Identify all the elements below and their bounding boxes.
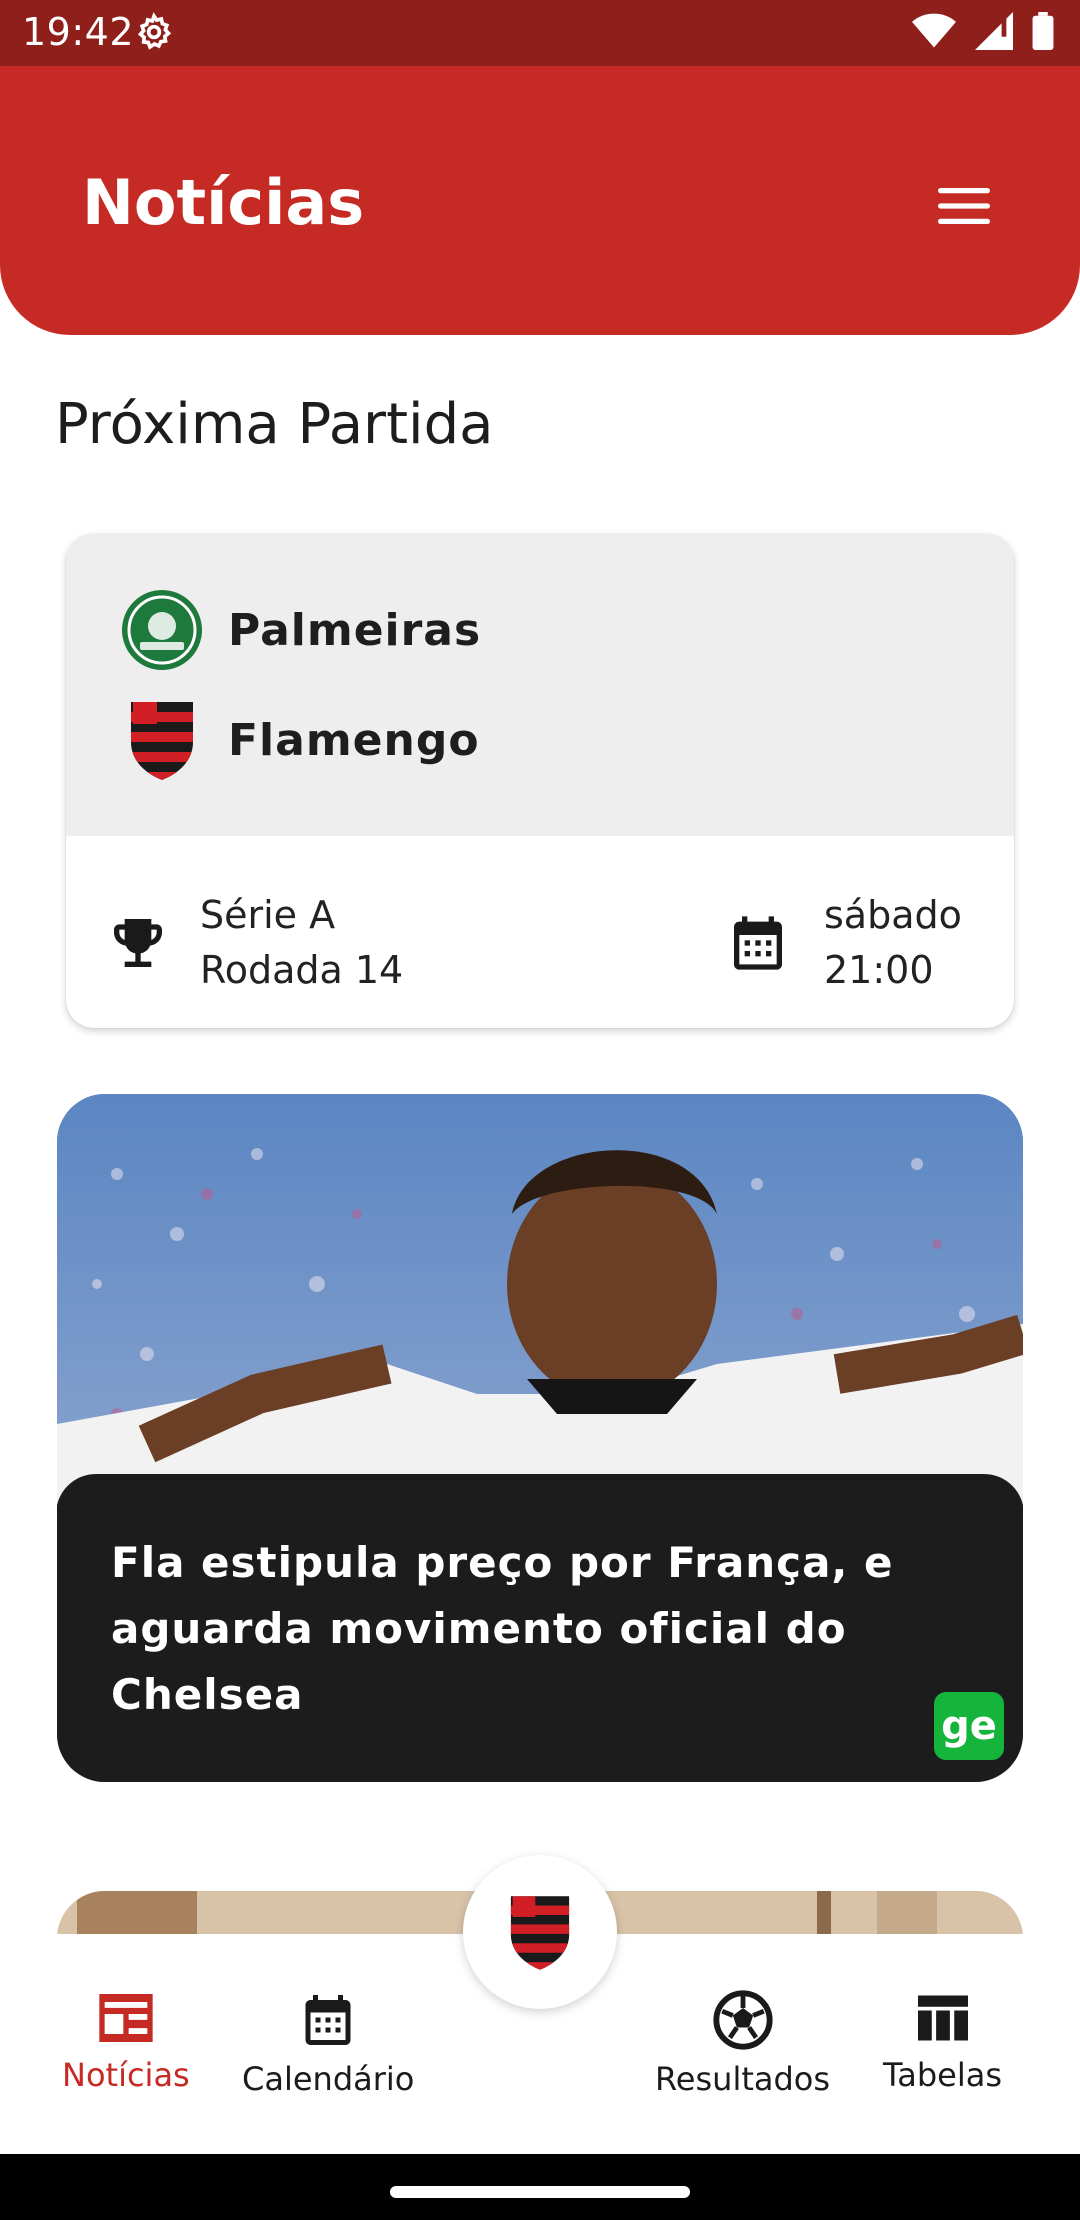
nav-label-resultados: Resultados: [655, 2060, 831, 2098]
away-team-row: Flamengo: [120, 698, 480, 782]
settings-gear-icon: [137, 12, 172, 50]
source-badge: ge: [934, 1692, 1004, 1760]
calendar-icon: [305, 1995, 351, 2045]
next-match-card[interactable]: Palmeiras Flamengo Série A Rodada 14 sáb…: [66, 534, 1014, 1028]
table-icon: [917, 1995, 968, 2041]
date-info: sábado 21:00: [726, 888, 962, 998]
home-gesture-handle[interactable]: [390, 2186, 690, 2198]
match-details: Série A Rodada 14 sábado 21:00: [66, 836, 1014, 1028]
soccer-ball-icon: [712, 1990, 773, 2050]
next-match-heading: Próxima Partida: [55, 392, 494, 457]
competition-name: Série A: [200, 893, 336, 937]
match-teams: Palmeiras Flamengo: [66, 534, 1014, 836]
home-team-row: Palmeiras: [120, 588, 481, 672]
nav-item-resultados[interactable]: Resultados: [655, 1988, 830, 2098]
round-label: Rodada 14: [200, 948, 404, 992]
news-title: Fla estipula preço por França, e aguarda…: [111, 1538, 894, 1719]
newspaper-icon: [99, 1994, 153, 2042]
nav-item-noticias[interactable]: Notícias: [62, 1988, 190, 2094]
match-time: 21:00: [824, 948, 934, 992]
nav-item-calendario[interactable]: Calendário: [242, 1988, 414, 2098]
battery-icon: [1032, 12, 1054, 50]
news-caption: Fla estipula preço por França, e aguarda…: [57, 1474, 1023, 1782]
status-time: 19:42: [22, 10, 135, 54]
nav-label-tabelas: Tabelas: [883, 2056, 1003, 2094]
match-day: sábado: [824, 893, 962, 937]
page-title: Notícias: [82, 166, 365, 239]
status-bar: 19:42: [0, 0, 1080, 66]
cell-signal-icon: [975, 12, 1013, 50]
wifi-icon: [912, 13, 956, 48]
app-header: Notícias: [0, 66, 1080, 335]
nav-label-noticias: Notícias: [62, 2056, 190, 2094]
status-icons: [912, 12, 1054, 50]
away-team-name: Flamengo: [228, 714, 480, 766]
home-team-name: Palmeiras: [228, 604, 482, 656]
news-card[interactable]: Fla estipula preço por França, e aguarda…: [57, 1094, 1023, 1782]
menu-icon[interactable]: [938, 186, 990, 226]
competition-info: Série A Rodada 14: [106, 888, 403, 998]
flamengo-crest-icon: [510, 1896, 570, 1970]
palmeiras-crest-icon: [120, 588, 204, 672]
calendar-icon: [734, 916, 782, 970]
flamengo-crest-icon: [120, 698, 204, 782]
nav-item-tabelas[interactable]: Tabelas: [883, 1988, 1002, 2094]
club-crest-button[interactable]: [463, 1855, 617, 2009]
nav-label-calendario: Calendário: [242, 2060, 415, 2098]
trophy-icon: [114, 919, 162, 967]
